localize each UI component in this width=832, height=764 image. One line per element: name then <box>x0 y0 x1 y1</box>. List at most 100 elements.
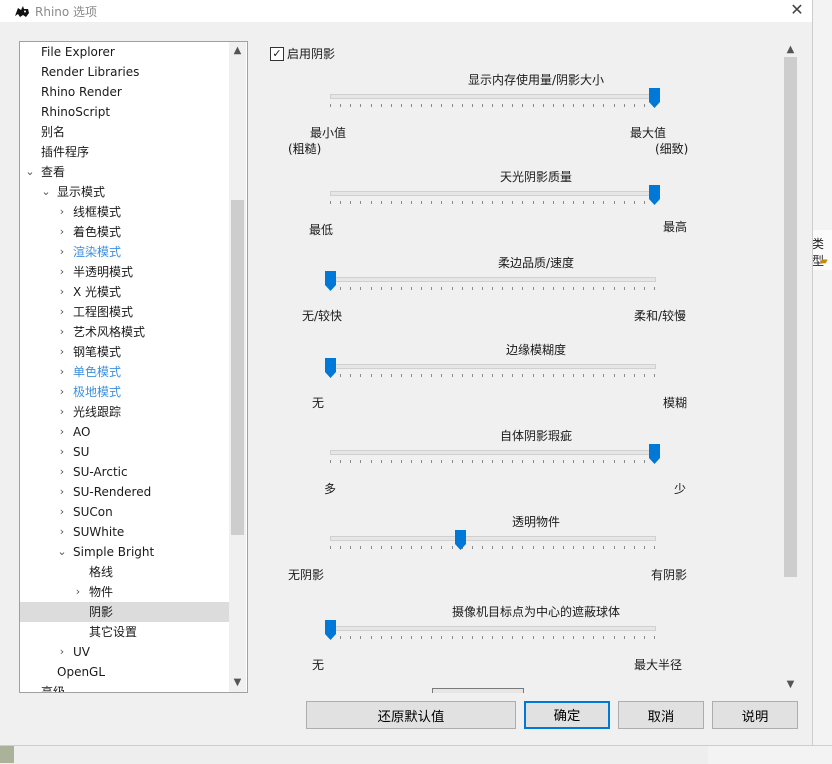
tree-item[interactable]: ⌄ 显示模式 <box>20 182 230 202</box>
tree-item[interactable]: ⌄ Simple Bright <box>20 542 230 562</box>
slider-track[interactable] <box>330 626 656 631</box>
tree-item[interactable]: › 单色模式 <box>20 362 230 382</box>
tree-item[interactable]: Rhino Render <box>20 82 230 102</box>
chevron-right-icon[interactable]: › <box>72 582 84 602</box>
tree-item[interactable]: File Explorer <box>20 42 230 62</box>
slider-thumb[interactable] <box>649 88 660 108</box>
slider-tick <box>502 287 503 290</box>
slider-track[interactable] <box>330 94 656 99</box>
tree-item[interactable]: 高级 <box>20 682 230 693</box>
slider-ticks <box>330 374 656 379</box>
tree-item[interactable]: › 物件 <box>20 582 230 602</box>
tree-item[interactable]: 插件程序 <box>20 142 230 162</box>
chevron-right-icon[interactable]: › <box>56 462 68 482</box>
tree-item[interactable]: › SU <box>20 442 230 462</box>
chevron-right-icon[interactable]: › <box>56 262 68 282</box>
tree-item[interactable]: › SU-Arctic <box>20 462 230 482</box>
tree-item[interactable]: › 工程图模式 <box>20 302 230 322</box>
tree-item[interactable]: › SU-Rendered <box>20 482 230 502</box>
slider-track[interactable] <box>330 364 656 369</box>
restore-defaults-button[interactable]: 还原默认值 <box>306 701 516 729</box>
tree-item[interactable]: 别名 <box>20 122 230 142</box>
help-button[interactable]: 说明 <box>712 701 798 729</box>
chevron-right-icon[interactable]: › <box>56 422 68 442</box>
slider-thumb[interactable] <box>325 620 336 640</box>
chevron-right-icon[interactable]: › <box>56 382 68 402</box>
slider-tick <box>553 104 554 107</box>
chevron-down-icon[interactable]: ⌄ <box>40 182 52 202</box>
chevron-right-icon[interactable]: › <box>56 322 68 342</box>
panel-scroll-down-arrow-icon[interactable]: ▼ <box>782 677 799 693</box>
slider-track[interactable] <box>330 191 656 196</box>
tree-item[interactable]: › 钢笔模式 <box>20 342 230 362</box>
tree-item[interactable]: › X 光模式 <box>20 282 230 302</box>
slider-tick <box>340 460 341 463</box>
slider-tick <box>603 201 604 204</box>
chevron-right-icon[interactable]: › <box>56 222 68 242</box>
tree-item[interactable]: › 渲染模式 <box>20 242 230 262</box>
slider-thumb[interactable] <box>649 444 660 464</box>
slider-track[interactable] <box>330 536 656 541</box>
tree-scrollbar[interactable]: ▲ ▼ <box>229 42 246 692</box>
chevron-right-icon[interactable]: › <box>56 482 68 502</box>
slider-tick <box>381 201 382 204</box>
tree-item[interactable]: RhinoScript <box>20 102 230 122</box>
chevron-down-icon[interactable]: ⌄ <box>56 542 68 562</box>
tree-item[interactable]: › 光线跟踪 <box>20 402 230 422</box>
tree-item-label: 高级 <box>41 685 66 693</box>
tree-item[interactable]: › 半透明模式 <box>20 262 230 282</box>
tree-item[interactable]: › UV <box>20 642 230 662</box>
tree-item[interactable]: 其它设置 <box>20 622 230 642</box>
slider-thumb[interactable] <box>649 185 660 205</box>
tree-item[interactable]: › SUWhite <box>20 522 230 542</box>
chevron-right-icon[interactable]: › <box>56 442 68 462</box>
tree-item[interactable]: OpenGL <box>20 662 230 682</box>
slider-tick <box>421 636 422 639</box>
chevron-right-icon[interactable]: › <box>56 522 68 542</box>
tree-item[interactable]: › 艺术风格模式 <box>20 322 230 342</box>
chevron-right-icon[interactable]: › <box>56 242 68 262</box>
ok-button[interactable]: 确定 <box>524 701 610 729</box>
chevron-right-icon[interactable]: › <box>56 282 68 302</box>
slider-tick <box>482 460 483 463</box>
slider-max-label: 最大半径 <box>634 658 683 672</box>
clipped-button[interactable] <box>432 688 524 693</box>
slider-thumb[interactable] <box>325 358 336 378</box>
tree-item[interactable]: › 着色模式 <box>20 222 230 242</box>
panel-scrollbar[interactable]: ▲ ▼ <box>782 41 799 693</box>
panel-scrollbar-thumb[interactable] <box>784 57 797 577</box>
chevron-right-icon[interactable]: › <box>56 362 68 382</box>
slider-thumb[interactable] <box>454 530 466 550</box>
scroll-down-arrow-icon[interactable]: ▼ <box>229 675 246 691</box>
cancel-button[interactable]: 取消 <box>618 701 704 729</box>
slider-tick <box>421 104 422 107</box>
chevron-right-icon[interactable]: › <box>56 502 68 522</box>
tree-item[interactable]: › AO <box>20 422 230 442</box>
slider-tick <box>381 287 382 290</box>
checkbox-checked-icon[interactable]: ✓ <box>270 47 284 61</box>
tree-item[interactable]: 阴影 <box>20 602 230 622</box>
slider-track[interactable] <box>330 277 656 282</box>
chevron-down-icon[interactable]: ⌄ <box>24 162 36 182</box>
chevron-right-icon[interactable]: › <box>56 642 68 662</box>
tree-item[interactable]: › SUCon <box>20 502 230 522</box>
tree-item[interactable]: Render Libraries <box>20 62 230 82</box>
close-button[interactable]: ✕ <box>782 0 812 22</box>
panel-scroll-up-arrow-icon[interactable]: ▲ <box>782 42 799 58</box>
tree-scrollbar-thumb[interactable] <box>231 200 244 535</box>
tree-item[interactable]: 格线 <box>20 562 230 582</box>
tree-item[interactable]: › 线框模式 <box>20 202 230 222</box>
chevron-right-icon[interactable]: › <box>56 202 68 222</box>
slider-tick <box>634 287 635 290</box>
options-tree[interactable]: File Explorer Render Libraries Rhino Rende… <box>19 41 248 693</box>
slider-min-label: 无/较快 <box>302 309 343 323</box>
slider-track[interactable] <box>330 450 656 455</box>
chevron-right-icon[interactable]: › <box>56 402 68 422</box>
tree-item[interactable]: › 极地模式 <box>20 382 230 402</box>
tree-item[interactable]: ⌄ 查看 <box>20 162 230 182</box>
slider-tick <box>553 201 554 204</box>
scroll-up-arrow-icon[interactable]: ▲ <box>229 43 246 59</box>
chevron-right-icon[interactable]: › <box>56 302 68 322</box>
chevron-right-icon[interactable]: › <box>56 342 68 362</box>
slider-thumb[interactable] <box>325 271 336 291</box>
